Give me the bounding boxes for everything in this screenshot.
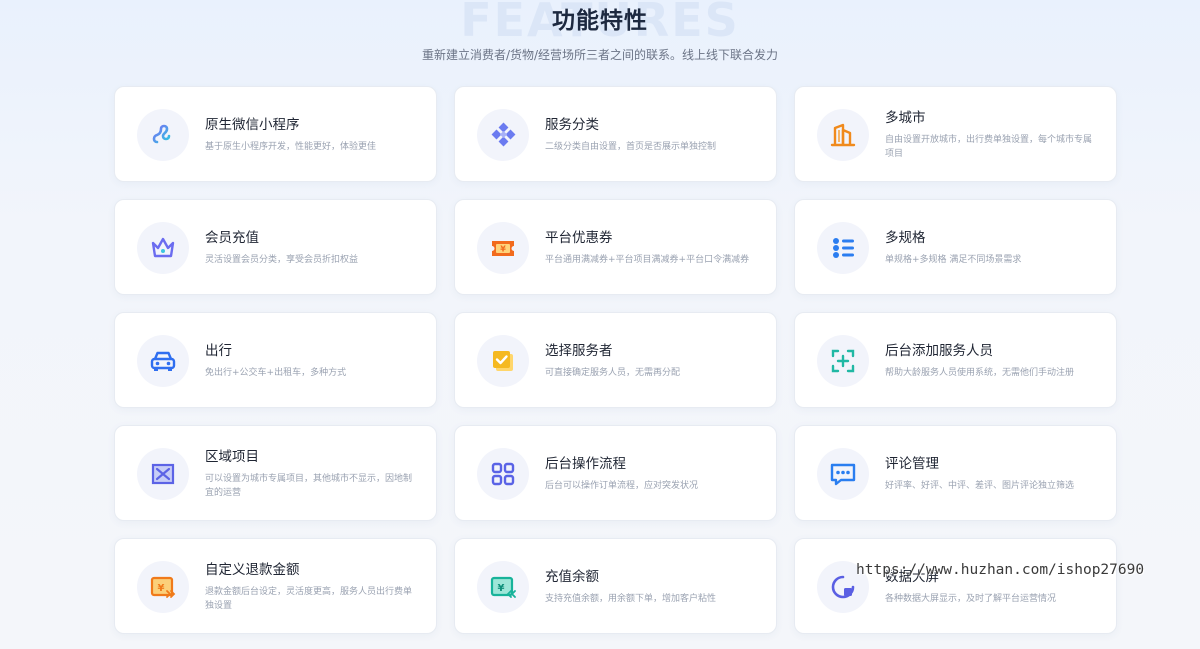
feature-card-recharge-balance: ¥ 充值余额 支持充值余额，用余额下单，增加客户粘性 bbox=[454, 538, 777, 634]
feature-desc: 可直接确定服务人员，无需再分配 bbox=[545, 367, 681, 378]
recharge-icon: ¥ bbox=[477, 561, 529, 613]
grid-apps-icon bbox=[477, 448, 529, 500]
feature-desc: 好评率、好评、中评、差评、图片评论独立筛选 bbox=[885, 480, 1075, 491]
feature-title: 多规格 bbox=[885, 229, 926, 246]
feature-title: 选择服务者 bbox=[545, 342, 613, 359]
feature-card-backend-workflow: 后台操作流程 后台可以操作订单流程，应对突发状况 bbox=[454, 425, 777, 521]
feature-title: 区域项目 bbox=[205, 448, 259, 465]
refund-icon: ¥ bbox=[137, 561, 189, 613]
feature-title: 多城市 bbox=[885, 109, 926, 126]
coupon-icon: ¥ bbox=[477, 222, 529, 274]
comment-icon bbox=[817, 448, 869, 500]
feature-card-multi-spec: 多规格 单规格+多规格 满足不同场景需求 bbox=[794, 199, 1117, 295]
feature-title: 平台优惠券 bbox=[545, 229, 613, 246]
select-check-icon bbox=[477, 335, 529, 387]
feature-title: 会员充值 bbox=[205, 229, 259, 246]
feature-desc: 帮助大龄服务人员使用系统，无需他们手动注册 bbox=[885, 367, 1075, 378]
car-icon bbox=[137, 335, 189, 387]
feature-title: 服务分类 bbox=[545, 116, 599, 133]
feature-desc: 自由设置开放城市，出行费单独设置，每个城市专属项目 bbox=[885, 134, 1093, 159]
feature-desc: 灵活设置会员分类，享受会员折扣权益 bbox=[205, 254, 359, 265]
feature-desc: 免出行+公交车+出租车，多种方式 bbox=[205, 367, 347, 378]
feature-card-multi-city: 多城市 自由设置开放城市，出行费单独设置，每个城市专属项目 bbox=[794, 86, 1117, 182]
watermark-url: https://www.huzhan.com/ishop27690 bbox=[856, 562, 1145, 578]
feature-desc: 单规格+多规格 满足不同场景需求 bbox=[885, 254, 1022, 265]
feature-card-platform-coupon: ¥ 平台优惠券 平台通用满减券+平台项目满减券+平台口令满减券 bbox=[454, 199, 777, 295]
feature-card-choose-provider: 选择服务者 可直接确定服务人员，无需再分配 bbox=[454, 312, 777, 408]
feature-title: 原生微信小程序 bbox=[205, 116, 300, 133]
category-icon bbox=[477, 109, 529, 161]
section-subtitle: 重新建立消费者/货物/经营场所三者之间的联系。线上线下联合发力 bbox=[421, 48, 779, 62]
miniprogram-icon bbox=[137, 109, 189, 161]
feature-card-travel: 出行 免出行+公交车+出租车，多种方式 bbox=[114, 312, 437, 408]
feature-title: 后台添加服务人员 bbox=[885, 342, 993, 359]
feature-desc: 后台可以操作订单流程，应对突发状况 bbox=[545, 480, 699, 491]
feature-card-mini-program: 原生微信小程序 基于原生小程序开发，性能更好，体验更佳 bbox=[114, 86, 437, 182]
spec-list-icon bbox=[817, 222, 869, 274]
feature-desc: 可以设置为城市专属项目，其他城市不显示，因地制宜的运营 bbox=[205, 473, 413, 498]
feature-title: 后台操作流程 bbox=[545, 455, 626, 472]
add-person-icon bbox=[817, 335, 869, 387]
svg-text:¥: ¥ bbox=[500, 245, 506, 254]
feature-card-service-category: 服务分类 二级分类自由设置，首页是否展示单独控制 bbox=[454, 86, 777, 182]
feature-desc: 各种数据大屏显示，及时了解平台运营情况 bbox=[885, 593, 1057, 604]
feature-card-add-staff: 后台添加服务人员 帮助大龄服务人员使用系统，无需他们手动注册 bbox=[794, 312, 1117, 408]
feature-desc: 退款金额后台设定，灵活度更高，服务人员出行费单独设置 bbox=[205, 586, 413, 611]
feature-title: 自定义退款金额 bbox=[205, 561, 300, 578]
feature-card-custom-refund: ¥ 自定义退款金额 退款金额后台设定，灵活度更高，服务人员出行费单独设置 bbox=[114, 538, 437, 634]
feature-desc: 支持充值余额，用余额下单，增加客户粘性 bbox=[545, 593, 717, 604]
svg-text:¥: ¥ bbox=[498, 583, 505, 594]
crown-icon bbox=[137, 222, 189, 274]
feature-title: 出行 bbox=[205, 342, 232, 359]
feature-card-data-screen: 数据大屏 各种数据大屏显示，及时了解平台运营情况 bbox=[794, 538, 1117, 634]
feature-desc: 二级分类自由设置，首页是否展示单独控制 bbox=[545, 141, 717, 152]
feature-card-member-recharge: 会员充值 灵活设置会员分类，享受会员折扣权益 bbox=[114, 199, 437, 295]
feature-card-comment-management: 评论管理 好评率、好评、中评、差评、图片评论独立筛选 bbox=[794, 425, 1117, 521]
feature-desc: 基于原生小程序开发，性能更好，体验更佳 bbox=[205, 141, 377, 152]
feature-desc: 平台通用满减券+平台项目满减券+平台口令满减券 bbox=[545, 254, 750, 265]
feature-title: 评论管理 bbox=[885, 455, 939, 472]
feature-card-region-project: 区域项目 可以设置为城市专属项目，其他城市不显示，因地制宜的运营 bbox=[114, 425, 437, 521]
feature-title: 充值余额 bbox=[545, 568, 599, 585]
features-grid: 原生微信小程序 基于原生小程序开发，性能更好，体验更佳 服务分类 二级分类自由设… bbox=[114, 86, 1117, 634]
city-icon bbox=[817, 109, 869, 161]
region-icon bbox=[137, 448, 189, 500]
section-title: 功能特性 bbox=[552, 8, 648, 34]
svg-text:¥: ¥ bbox=[158, 583, 165, 594]
features-page: FEATURES 功能特性 重新建立消费者/货物/经营场所三者之间的联系。线上线… bbox=[0, 0, 1200, 649]
